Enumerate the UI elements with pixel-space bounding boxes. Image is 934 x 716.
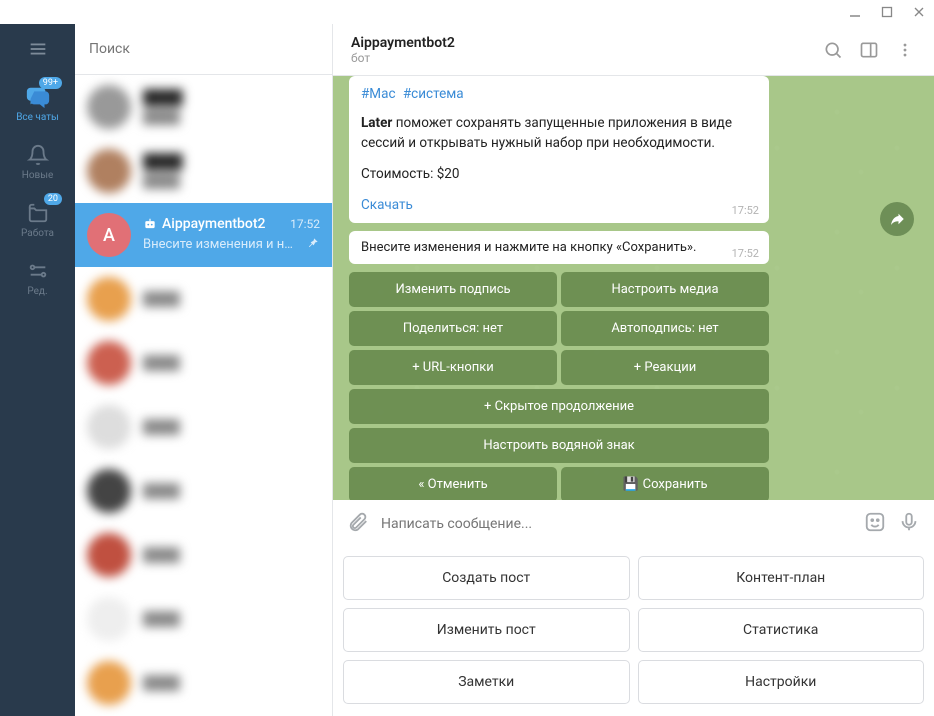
badge-count: 99+ — [39, 77, 62, 89]
chat-list-item[interactable]: ████████ — [75, 139, 332, 203]
kb-save-button[interactable]: 💾Сохранить — [561, 467, 769, 500]
kb-url-buttons-button[interactable]: + URL-кнопки — [349, 350, 557, 385]
chat-list-item[interactable]: ████ — [75, 267, 332, 331]
inline-keyboard: Изменить подпись Настроить медиа Поделит… — [349, 272, 769, 500]
chat-panel: Aippaymentbot2 бот #Mac #система Later п… — [333, 24, 934, 716]
chat-list: ████████ ████████ A Aippaymentbot2 17:52… — [75, 24, 333, 716]
kb-reactions-button[interactable]: + Реакции — [561, 350, 769, 385]
message-input-row — [333, 500, 934, 548]
side-rail: 99+ Все чаты Новые 20 Работа Ред. — [0, 24, 75, 716]
message-input[interactable] — [381, 516, 852, 532]
prompt-text: Внесите изменения и нажмите на кнопку «С… — [361, 240, 696, 255]
rail-tab-label: Все чаты — [16, 112, 59, 123]
chat-list-item-active[interactable]: A Aippaymentbot2 17:52 Внесите изменения… — [75, 203, 332, 267]
message-bubble: Внесите изменения и нажмите на кнопку «С… — [349, 231, 769, 264]
chat-list-item[interactable]: ████ — [75, 651, 332, 715]
window-titlebar — [0, 0, 934, 24]
chat-header: Aippaymentbot2 бот — [333, 24, 934, 76]
rail-tab-label: Ред. — [27, 286, 47, 297]
message-time: 17:52 — [732, 204, 759, 217]
rail-tab-label: Работа — [21, 228, 54, 239]
create-post-button[interactable]: Создать пост — [343, 556, 630, 600]
message-area: #Mac #система Later поможет сохранять за… — [333, 76, 934, 500]
window-minimize-button[interactable] — [848, 5, 862, 19]
kb-watermark-button[interactable]: Настроить водяной знак — [349, 428, 769, 463]
chat-list-item[interactable]: ████████ — [75, 75, 332, 139]
kb-autosign-button[interactable]: Автоподпись: нет — [561, 311, 769, 346]
message-bubble: #Mac #система Later поможет сохранять за… — [349, 76, 769, 223]
window-close-button[interactable] — [912, 5, 926, 19]
attach-icon[interactable] — [347, 511, 369, 537]
chat-preview: Внесите изменения и н… — [143, 237, 302, 252]
kb-edit-caption-button[interactable]: Изменить подпись — [349, 272, 557, 307]
rail-tab-label: Новые — [22, 170, 54, 181]
chat-title: Aippaymentbot2 — [351, 35, 808, 51]
bell-icon — [25, 142, 51, 168]
chat-list-item[interactable]: ████ — [75, 523, 332, 587]
rail-tab-all-chats[interactable]: 99+ Все чаты — [0, 74, 75, 132]
menu-button[interactable] — [0, 24, 75, 74]
message-tags: #Mac #система — [361, 86, 757, 102]
notes-button[interactable]: Заметки — [343, 660, 630, 704]
statistics-button[interactable]: Статистика — [638, 608, 925, 652]
hashtag-link[interactable]: #система — [403, 86, 464, 102]
kb-setup-media-button[interactable]: Настроить медиа — [561, 272, 769, 307]
message-time: 17:52 — [732, 247, 759, 260]
rail-tab-work[interactable]: 20 Работа — [0, 190, 75, 248]
window-maximize-button[interactable] — [880, 5, 894, 19]
content-plan-button[interactable]: Контент-план — [638, 556, 925, 600]
edit-icon — [25, 258, 51, 284]
chat-list-item[interactable]: ████ — [75, 395, 332, 459]
floppy-icon: 💾 — [622, 477, 638, 492]
chat-list-item[interactable]: ████ — [75, 331, 332, 395]
mic-icon[interactable] — [898, 511, 920, 537]
kb-share-button[interactable]: Поделиться: нет — [349, 311, 557, 346]
rail-tab-edit[interactable]: Ред. — [0, 248, 75, 306]
pin-icon — [306, 235, 320, 254]
chat-time: 17:52 — [290, 217, 320, 231]
avatar: A — [87, 213, 131, 257]
forward-button[interactable] — [880, 202, 914, 236]
search-input[interactable] — [89, 41, 318, 57]
settings-button[interactable]: Настройки — [638, 660, 925, 704]
bot-icon — [143, 217, 157, 231]
chat-subtitle: бот — [351, 51, 808, 65]
search-bar — [75, 24, 332, 75]
search-icon[interactable] — [822, 39, 844, 61]
chat-list-item[interactable]: ████ — [75, 459, 332, 523]
chat-name: Aippaymentbot2 — [143, 216, 265, 232]
reply-keyboard: Создать пост Контент-план Изменить пост … — [333, 548, 934, 716]
kb-hidden-continuation-button[interactable]: + Скрытое продолжение — [349, 389, 769, 424]
download-link[interactable]: Скачать — [361, 197, 413, 213]
rail-tab-new[interactable]: Новые — [0, 132, 75, 190]
emoji-icon[interactable] — [864, 511, 886, 537]
badge-count: 20 — [44, 193, 62, 205]
message-text: Later поможет сохранять запущенные прило… — [361, 114, 757, 153]
chat-list-item[interactable]: ████ — [75, 587, 332, 651]
hashtag-link[interactable]: #Mac — [361, 86, 396, 102]
message-text: Стоимость: $20 — [361, 165, 757, 185]
edit-post-button[interactable]: Изменить пост — [343, 608, 630, 652]
kb-cancel-button[interactable]: « Отменить — [349, 467, 557, 500]
sidebar-toggle-icon[interactable] — [858, 39, 880, 61]
more-icon[interactable] — [894, 39, 916, 61]
